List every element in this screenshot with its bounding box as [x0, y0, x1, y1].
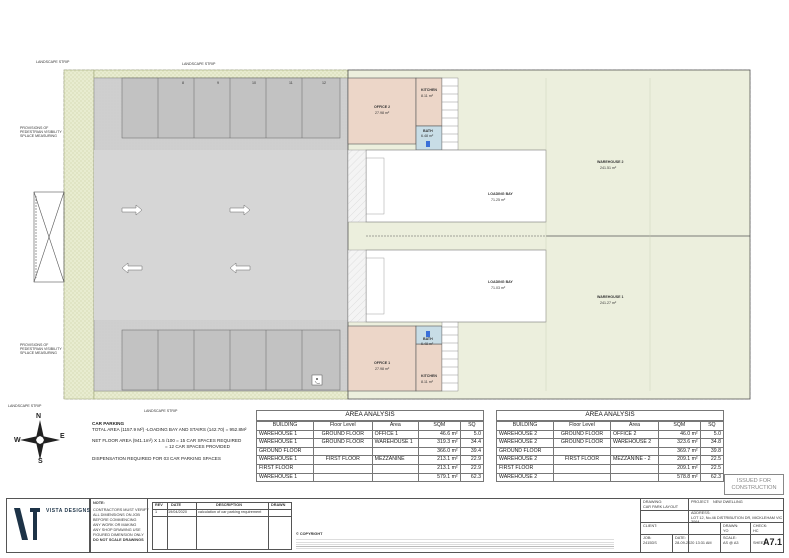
project-address: LOT 12, No.46 DISTRIBUTION DR, MICKLEHAM… — [691, 516, 783, 524]
copyright-fine-print — [296, 538, 614, 550]
landscape-strip-label-left-bottom: LANDSCAPE STRIP — [8, 404, 42, 408]
area-analysis-right-table: BUILDING Floor Level Area SQM SQ WAREHOU… — [496, 421, 725, 483]
table-row: WAREHOUSE 1 GROUND FLOOR OFFICE 1 46.6 m² 5.… — [256, 429, 485, 440]
drawing-scale: AS @ A3 — [723, 541, 739, 545]
notes-heading: NOTE: — [93, 501, 105, 505]
pedestrian-note-top: PROVISIONS OF PEDESTRIAN VISIBILITY SPLA… — [20, 126, 62, 139]
landscape-strip-label-top: LANDSCAPE STRIP — [182, 62, 216, 66]
landscape-strip-label-left: LANDSCAPE STRIP — [36, 60, 70, 64]
warehouse-2-label: WAREHOUSE 2 — [597, 160, 624, 164]
drawing-sheet: LANDSCAPE STRIP LANDSCAPE STRIP LANDSCAP… — [0, 0, 789, 558]
drawing-title: CAR PARK LAYOUT — [643, 505, 679, 509]
table-row: WAREHOUSE 1 579.1 m² 62.3 — [256, 472, 485, 483]
car-parking-line1: TOTAL AREA (1157.9 M²) -LOADING BAY AND … — [92, 427, 247, 432]
warehouse-2-area: 241.51 m² — [600, 166, 617, 170]
kitchen-label-top: KITCHEN — [421, 88, 437, 92]
landscape-strip-label-bottom: LANDSCAPE STRIP — [144, 409, 178, 413]
job-number: 2415DS — [643, 541, 657, 545]
parking-bays-bottom — [121, 329, 341, 391]
area-analysis-right-title: AREA ANALYSIS — [585, 411, 635, 418]
office-2-label: OFFICE 2 — [374, 105, 391, 109]
loading-bay-area-bottom: 71.03 m² — [491, 286, 506, 290]
space-number: 12 — [322, 81, 326, 85]
table-row: GROUND FLOOR 369.7 m² 39.8 — [496, 446, 725, 457]
project-name: NEW DWELLING — [713, 500, 743, 504]
kitchen-label-bottom: KITCHEN — [421, 374, 437, 378]
car-parking-heading: CAR PARKING — [92, 421, 125, 426]
office-1-label: OFFICE 1 — [374, 361, 391, 365]
table-row: WAREHOUSE 1 FIRST FLOOR MEZZANINE 213.1 m² 2… — [256, 455, 485, 465]
table-row: FIRST FLOOR 213.1 m² 22.9 — [256, 463, 485, 474]
bath-area-bottom: 6.48 m² — [421, 342, 434, 346]
kitchen-area-top: 8.11 m² — [421, 94, 433, 98]
kitchen-area-bottom: 8.11 m² — [421, 380, 433, 384]
checked-by: HC — [753, 529, 759, 533]
warehouse-1-area: 241.27 m² — [600, 301, 617, 305]
parking-bays-top — [121, 77, 341, 139]
car-parking-line4: DISPENSATION REQUIRED FOR 03 CAR PARKING… — [92, 456, 221, 461]
bath-label-bottom: BATH — [423, 337, 433, 341]
compass-w: W — [14, 437, 21, 444]
bath-label-top: BATH — [423, 129, 433, 133]
warehouse-1-label: WAREHOUSE 1 — [597, 295, 624, 299]
area-analysis-left-table: BUILDING Floor Level Area SQM SQ WAREHOU… — [256, 421, 485, 483]
office-1-area: 27.98 m² — [375, 367, 390, 371]
space-number: 10 — [252, 81, 256, 85]
bath-area-top: 6.48 m² — [421, 134, 434, 138]
compass-s: S — [38, 458, 43, 465]
office-2-area: 27.98 m² — [375, 111, 390, 115]
space-number: 8 — [182, 81, 184, 85]
landscape-strip-bottom — [93, 390, 349, 400]
copyright-label: © COPYRIGHT — [296, 532, 323, 536]
table-row: WAREHOUSE 2 578.8 m² 62.3 — [496, 472, 725, 483]
stairs-bottom — [441, 318, 459, 392]
table-row: WAREHOUSE 2 FIRST FLOOR MEZZANINE - 2 209.1… — [496, 455, 725, 465]
loading-bay-label-bottom: LOADING BAY — [488, 280, 513, 284]
car-parking-line2: NET FLOOR AREA (941.1m²) X 1.5 /100 = 15… — [92, 438, 242, 443]
table-row: GROUND FLOOR 366.0 m² 39.4 — [256, 446, 485, 457]
sheet-number: A7.1 — [763, 537, 783, 547]
vista-logo-icon — [14, 508, 40, 540]
table-row: WAREHOUSE 2 GROUND FLOOR OFFICE 2 46.0 m² 5.… — [496, 429, 725, 440]
table-row: WAREHOUSE 2 GROUND FLOOR WAREHOUSE 2 323.6 … — [496, 438, 725, 448]
kitchen-room-top — [415, 77, 443, 127]
loading-bay-top — [365, 149, 547, 223]
landscape-strip-left — [63, 69, 95, 400]
table-row: WAREHOUSE 1 GROUND FLOOR WAREHOUSE 1 319.3 … — [256, 438, 485, 448]
site-entry-gate — [33, 191, 65, 283]
compass-n: N — [36, 413, 42, 420]
pedestrian-note-bottom: PROVISIONS OF PEDESTRIAN VISIBILITY SPLA… — [20, 343, 62, 356]
table-row: FIRST FLOOR 209.1 m² 22.5 — [496, 463, 725, 474]
space-number: 9 — [217, 81, 219, 85]
space-number: 11 — [289, 81, 293, 85]
loading-bay-label-top: LOADING BAY — [488, 192, 513, 196]
stairs-top — [441, 77, 459, 151]
landscape-strip-top — [93, 69, 349, 79]
office-1-room — [347, 325, 417, 392]
drawn-by: YO — [723, 529, 729, 533]
loading-bay-area-top: 71.25 m² — [491, 198, 506, 202]
area-analysis-left-title: AREA ANALYSIS — [345, 411, 395, 418]
drawing-date: 28-09-2020 13:31 AM — [675, 541, 712, 545]
car-parking-line3: = 12 CAR SPACES PROVIDED — [165, 444, 230, 449]
issued-for-construction-stamp: ISSUED FOR CONSTRUCTION — [724, 474, 784, 495]
compass-e: E — [60, 433, 65, 440]
brand-name: VISTA DESIGNS — [46, 508, 91, 514]
loading-bay-bottom — [365, 249, 547, 323]
